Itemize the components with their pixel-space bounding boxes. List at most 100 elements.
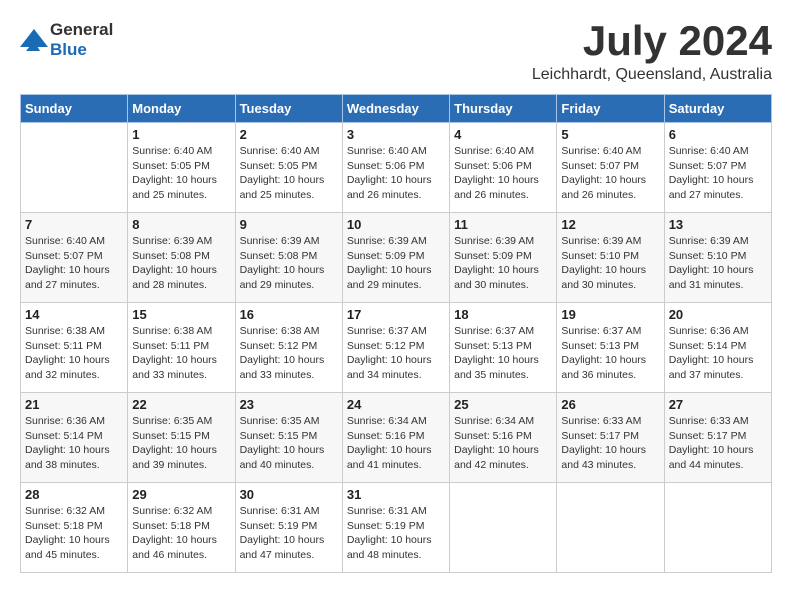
- day-number: 13: [669, 217, 767, 232]
- day-number: 10: [347, 217, 445, 232]
- column-header-friday: Friday: [557, 95, 664, 123]
- day-info: Sunrise: 6:39 AM Sunset: 5:08 PM Dayligh…: [240, 234, 338, 293]
- day-info: Sunrise: 6:32 AM Sunset: 5:18 PM Dayligh…: [25, 504, 123, 563]
- calendar-cell: 16Sunrise: 6:38 AM Sunset: 5:12 PM Dayli…: [235, 303, 342, 393]
- day-info: Sunrise: 6:34 AM Sunset: 5:16 PM Dayligh…: [347, 414, 445, 473]
- day-number: 29: [132, 487, 230, 502]
- day-info: Sunrise: 6:31 AM Sunset: 5:19 PM Dayligh…: [347, 504, 445, 563]
- calendar-cell: 8 Sunrise: 6:39 AM Sunset: 5:08 PM Daylig…: [128, 213, 235, 303]
- day-number: 2: [240, 127, 338, 142]
- calendar-cell: 15 Sunrise: 6:38 AM Sunset: 5:11 PM Dayli…: [128, 303, 235, 393]
- day-number: 3: [347, 127, 445, 142]
- column-header-thursday: Thursday: [450, 95, 557, 123]
- calendar-cell: 11 Sunrise: 6:39 AM Sunset: 5:09 PM Dayli…: [450, 213, 557, 303]
- calendar-cell: 10 Sunrise: 6:39 AM Sunset: 5:09 PM Dayli…: [342, 213, 449, 303]
- day-number: 8: [132, 217, 230, 232]
- day-number: 9: [240, 217, 338, 232]
- day-info: Sunrise: 6:40 AM Sunset: 5:07 PM Dayligh…: [561, 144, 659, 203]
- column-header-wednesday: Wednesday: [342, 95, 449, 123]
- logo-general: General: [50, 20, 113, 39]
- week-row-2: 7 Sunrise: 6:40 AM Sunset: 5:07 PM Daylig…: [21, 213, 772, 303]
- week-row-1: 1 Sunrise: 6:40 AM Sunset: 5:05 PM Daylig…: [21, 123, 772, 213]
- day-number: 21: [25, 397, 123, 412]
- calendar-cell: 26Sunrise: 6:33 AM Sunset: 5:17 PM Dayli…: [557, 393, 664, 483]
- day-info: Sunrise: 6:32 AM Sunset: 5:18 PM Dayligh…: [132, 504, 230, 563]
- calendar-cell: 29 Sunrise: 6:32 AM Sunset: 5:18 PM Dayli…: [128, 483, 235, 573]
- day-info: Sunrise: 6:39 AM Sunset: 5:08 PM Dayligh…: [132, 234, 230, 293]
- calendar-cell: 21 Sunrise: 6:36 AM Sunset: 5:14 PM Dayli…: [21, 393, 128, 483]
- calendar-cell: 17Sunrise: 6:37 AM Sunset: 5:12 PM Dayli…: [342, 303, 449, 393]
- week-row-3: 14Sunrise: 6:38 AM Sunset: 5:11 PM Dayli…: [21, 303, 772, 393]
- calendar-table: SundayMondayTuesdayWednesdayThursdayFrid…: [20, 94, 772, 573]
- day-info: Sunrise: 6:33 AM Sunset: 5:17 PM Dayligh…: [669, 414, 767, 473]
- day-number: 28: [25, 487, 123, 502]
- header: General Blue July 2024 Leichhardt, Queen…: [20, 20, 772, 84]
- day-number: 15: [132, 307, 230, 322]
- calendar-cell: 19 Sunrise: 6:37 AM Sunset: 5:13 PM Dayli…: [557, 303, 664, 393]
- day-number: 12: [561, 217, 659, 232]
- week-row-5: 28 Sunrise: 6:32 AM Sunset: 5:18 PM Dayli…: [21, 483, 772, 573]
- day-info: Sunrise: 6:36 AM Sunset: 5:14 PM Dayligh…: [25, 414, 123, 473]
- calendar-cell: 22 Sunrise: 6:35 AM Sunset: 5:15 PM Dayli…: [128, 393, 235, 483]
- calendar-cell: 24 Sunrise: 6:34 AM Sunset: 5:16 PM Dayli…: [342, 393, 449, 483]
- calendar-cell: 28 Sunrise: 6:32 AM Sunset: 5:18 PM Dayli…: [21, 483, 128, 573]
- calendar-cell: [21, 123, 128, 213]
- day-number: 24: [347, 397, 445, 412]
- column-header-tuesday: Tuesday: [235, 95, 342, 123]
- day-info: Sunrise: 6:35 AM Sunset: 5:15 PM Dayligh…: [240, 414, 338, 473]
- day-info: Sunrise: 6:40 AM Sunset: 5:07 PM Dayligh…: [25, 234, 123, 293]
- day-number: 6: [669, 127, 767, 142]
- day-number: 4: [454, 127, 552, 142]
- calendar-cell: 7 Sunrise: 6:40 AM Sunset: 5:07 PM Daylig…: [21, 213, 128, 303]
- calendar-cell: 4Sunrise: 6:40 AM Sunset: 5:06 PM Daylig…: [450, 123, 557, 213]
- calendar-cell: 12Sunrise: 6:39 AM Sunset: 5:10 PM Dayli…: [557, 213, 664, 303]
- calendar-cell: 23 Sunrise: 6:35 AM Sunset: 5:15 PM Dayli…: [235, 393, 342, 483]
- day-info: Sunrise: 6:36 AM Sunset: 5:14 PM Dayligh…: [669, 324, 767, 383]
- column-header-saturday: Saturday: [664, 95, 771, 123]
- day-info: Sunrise: 6:39 AM Sunset: 5:09 PM Dayligh…: [347, 234, 445, 293]
- calendar-cell: 9 Sunrise: 6:39 AM Sunset: 5:08 PM Daylig…: [235, 213, 342, 303]
- logo: General Blue: [20, 20, 113, 60]
- day-info: Sunrise: 6:40 AM Sunset: 5:05 PM Dayligh…: [240, 144, 338, 203]
- calendar-cell: 5 Sunrise: 6:40 AM Sunset: 5:07 PM Daylig…: [557, 123, 664, 213]
- day-number: 17: [347, 307, 445, 322]
- calendar-cell: 2 Sunrise: 6:40 AM Sunset: 5:05 PM Daylig…: [235, 123, 342, 213]
- calendar-cell: 31 Sunrise: 6:31 AM Sunset: 5:19 PM Dayli…: [342, 483, 449, 573]
- day-number: 11: [454, 217, 552, 232]
- column-header-monday: Monday: [128, 95, 235, 123]
- calendar-cell: 3Sunrise: 6:40 AM Sunset: 5:06 PM Daylig…: [342, 123, 449, 213]
- calendar-cell: 1 Sunrise: 6:40 AM Sunset: 5:05 PM Daylig…: [128, 123, 235, 213]
- day-number: 22: [132, 397, 230, 412]
- day-number: 20: [669, 307, 767, 322]
- day-number: 19: [561, 307, 659, 322]
- day-number: 18: [454, 307, 552, 322]
- day-info: Sunrise: 6:39 AM Sunset: 5:10 PM Dayligh…: [669, 234, 767, 293]
- day-info: Sunrise: 6:38 AM Sunset: 5:11 PM Dayligh…: [25, 324, 123, 383]
- calendar-cell: 30Sunrise: 6:31 AM Sunset: 5:19 PM Dayli…: [235, 483, 342, 573]
- calendar-cell: 14Sunrise: 6:38 AM Sunset: 5:11 PM Dayli…: [21, 303, 128, 393]
- calendar-cell: 27 Sunrise: 6:33 AM Sunset: 5:17 PM Dayli…: [664, 393, 771, 483]
- day-number: 27: [669, 397, 767, 412]
- location-subtitle: Leichhardt, Queensland, Australia: [532, 66, 772, 84]
- column-header-sunday: Sunday: [21, 95, 128, 123]
- day-info: Sunrise: 6:37 AM Sunset: 5:13 PM Dayligh…: [561, 324, 659, 383]
- day-number: 31: [347, 487, 445, 502]
- logo-blue: Blue: [50, 40, 87, 59]
- calendar-cell: 25 Sunrise: 6:34 AM Sunset: 5:16 PM Dayli…: [450, 393, 557, 483]
- day-info: Sunrise: 6:40 AM Sunset: 5:07 PM Dayligh…: [669, 144, 767, 203]
- day-number: 30: [240, 487, 338, 502]
- calendar-cell: [557, 483, 664, 573]
- calendar-cell: 18Sunrise: 6:37 AM Sunset: 5:13 PM Dayli…: [450, 303, 557, 393]
- day-number: 7: [25, 217, 123, 232]
- day-info: Sunrise: 6:38 AM Sunset: 5:11 PM Dayligh…: [132, 324, 230, 383]
- day-number: 1: [132, 127, 230, 142]
- calendar-cell: [450, 483, 557, 573]
- calendar-cell: 6 Sunrise: 6:40 AM Sunset: 5:07 PM Daylig…: [664, 123, 771, 213]
- day-number: 25: [454, 397, 552, 412]
- day-info: Sunrise: 6:34 AM Sunset: 5:16 PM Dayligh…: [454, 414, 552, 473]
- day-number: 5: [561, 127, 659, 142]
- day-info: Sunrise: 6:35 AM Sunset: 5:15 PM Dayligh…: [132, 414, 230, 473]
- day-info: Sunrise: 6:40 AM Sunset: 5:05 PM Dayligh…: [132, 144, 230, 203]
- day-number: 23: [240, 397, 338, 412]
- day-info: Sunrise: 6:39 AM Sunset: 5:09 PM Dayligh…: [454, 234, 552, 293]
